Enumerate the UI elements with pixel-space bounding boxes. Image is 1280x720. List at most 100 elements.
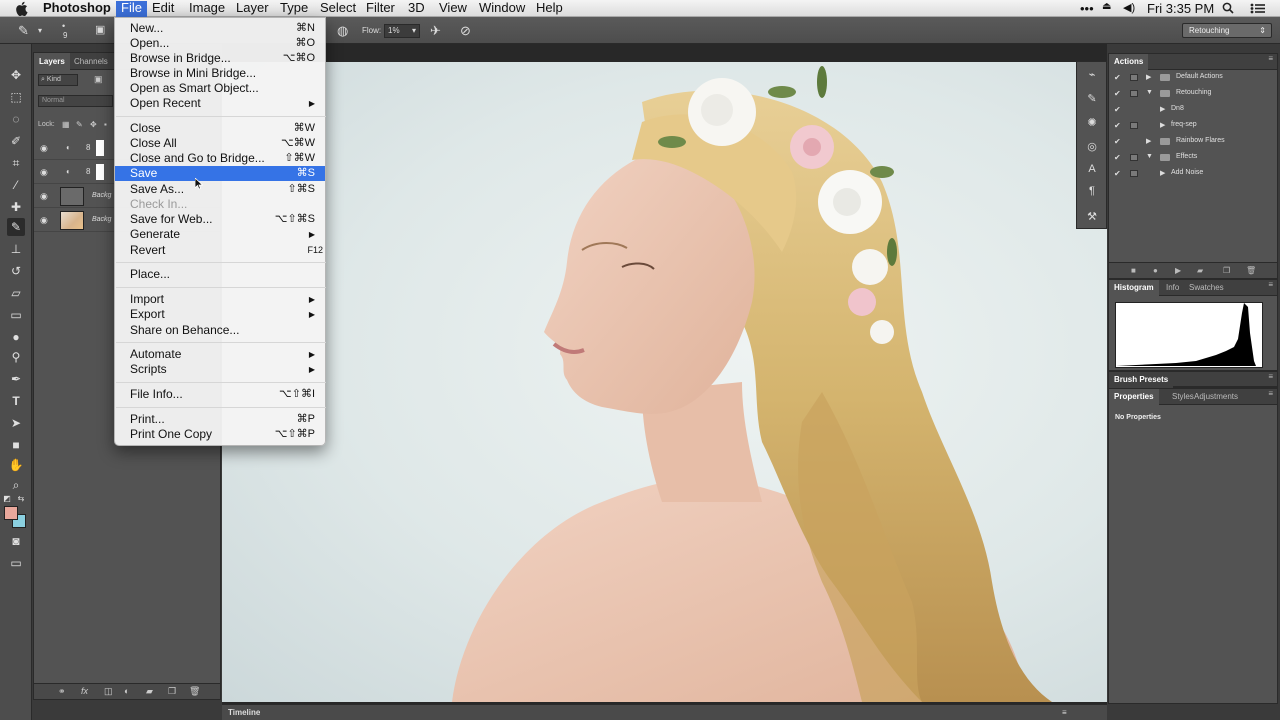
- quick-select-tool-icon[interactable]: ✐: [7, 132, 25, 150]
- preset-chevron-icon[interactable]: ▾: [38, 26, 42, 35]
- action-name[interactable]: Default Actions: [1176, 73, 1223, 80]
- action-row[interactable]: ✔ ▶ Add Noise: [1109, 166, 1277, 182]
- layer-filter-kind[interactable]: ⌕ Kind: [38, 74, 78, 86]
- path-selection-tool-icon[interactable]: ➤: [7, 414, 25, 432]
- airbrush-icon[interactable]: ✈: [430, 23, 441, 39]
- menu-view[interactable]: View: [439, 1, 467, 17]
- action-row[interactable]: ✔ ▶ Dn8: [1109, 102, 1277, 118]
- checkmark-icon[interactable]: ✔: [1114, 137, 1121, 146]
- crop-tool-icon[interactable]: ⌗: [7, 154, 25, 172]
- brush-panel-icon[interactable]: ▣: [95, 23, 105, 36]
- hand-tool-icon[interactable]: ✋: [7, 456, 25, 474]
- action-row[interactable]: ✔ ▶ freq-sep: [1109, 118, 1277, 134]
- brush-tool-icon[interactable]: ✎: [7, 218, 25, 236]
- more-icon[interactable]: •••: [1080, 1, 1094, 16]
- adjustment-layer-icon[interactable]: ◐: [124, 686, 129, 696]
- menu-filter[interactable]: Filter: [366, 1, 395, 17]
- history-brush-tool-icon[interactable]: ↺: [7, 262, 25, 280]
- menu-item-open-as-smart-object[interactable]: Open as Smart Object...: [115, 81, 325, 96]
- tab-channels[interactable]: Channels: [69, 53, 113, 70]
- action-set-row[interactable]: ✔ ▼ Effects: [1109, 150, 1277, 166]
- add-mask-icon[interactable]: ◫: [104, 686, 113, 697]
- action-name[interactable]: freq-sep: [1171, 121, 1197, 128]
- brush-panel-icon[interactable]: ✎: [1085, 92, 1099, 106]
- workspace-switcher[interactable]: Retouching ⇕: [1182, 23, 1272, 38]
- dodge-tool-icon[interactable]: ⚲: [7, 348, 25, 366]
- panel-menu-icon[interactable]: ≡: [1268, 389, 1273, 398]
- tab-swatches[interactable]: Swatches: [1184, 280, 1229, 296]
- lock-transparent-icon[interactable]: ▦: [62, 120, 70, 129]
- timeline-panel[interactable]: Timeline ≡: [222, 704, 1107, 720]
- play-icon[interactable]: ▶: [1175, 266, 1181, 275]
- tab-brush-presets[interactable]: Brush Presets: [1109, 372, 1174, 388]
- adjustments-panel-icon[interactable]: ✺: [1085, 116, 1099, 130]
- eye-icon[interactable]: ◉: [40, 191, 48, 202]
- eye-icon[interactable]: ◉: [40, 143, 48, 154]
- menu-item-share-on-behance[interactable]: Share on Behance...: [115, 323, 325, 338]
- action-name[interactable]: Dn8: [1171, 105, 1184, 112]
- checkmark-icon[interactable]: ✔: [1114, 73, 1121, 82]
- menu-item-generate[interactable]: Generate ▶: [115, 227, 325, 242]
- character-panel-icon[interactable]: A: [1085, 162, 1099, 176]
- tablet-pressure-icon[interactable]: ⊘: [460, 23, 471, 39]
- expand-triangle-icon[interactable]: ▶: [1160, 105, 1165, 113]
- history-panel-icon[interactable]: ⌁: [1085, 68, 1099, 82]
- color-panel-icon[interactable]: ◎: [1085, 140, 1099, 154]
- dialog-toggle-box[interactable]: [1130, 170, 1138, 177]
- collapse-triangle-icon[interactable]: ▼: [1146, 153, 1153, 160]
- new-layer-icon[interactable]: ❐: [168, 686, 176, 697]
- blend-mode-select[interactable]: Normal: [38, 95, 113, 107]
- menu-layer[interactable]: Layer: [236, 1, 269, 17]
- lock-position-icon[interactable]: ✥: [90, 120, 97, 129]
- eye-icon[interactable]: ◉: [40, 215, 48, 226]
- checkmark-icon[interactable]: ✔: [1114, 105, 1121, 114]
- menu-3d[interactable]: 3D: [408, 1, 425, 17]
- dialog-toggle-box[interactable]: [1130, 154, 1138, 161]
- menu-item-save[interactable]: Save ⌘S: [115, 166, 325, 181]
- fx-icon[interactable]: fx: [81, 686, 88, 696]
- notification-list-icon[interactable]: [1250, 3, 1266, 14]
- dialog-toggle-box[interactable]: [1130, 122, 1138, 129]
- menu-type[interactable]: Type: [280, 1, 308, 17]
- menu-window[interactable]: Window: [479, 1, 525, 17]
- layer-name[interactable]: Backg: [92, 216, 111, 223]
- document-image[interactable]: [222, 62, 1107, 702]
- menu-item-print[interactable]: Print... ⌘P: [115, 412, 325, 427]
- airbrush-pressure-icon[interactable]: ◍: [337, 23, 348, 39]
- tab-adjustments[interactable]: Adjustments: [1189, 389, 1243, 405]
- tab-actions[interactable]: Actions: [1109, 54, 1149, 70]
- record-icon[interactable]: ●: [1153, 266, 1158, 275]
- move-tool-icon[interactable]: ✥: [7, 66, 25, 84]
- menu-item-save-for-web[interactable]: Save for Web... ⌥⇧⌘S: [115, 212, 325, 227]
- pen-tool-icon[interactable]: ✒: [7, 370, 25, 388]
- menu-item-revert[interactable]: Revert F12: [115, 243, 325, 258]
- action-name[interactable]: Rainbow Flares: [1176, 137, 1225, 144]
- menu-item-browse-in-mini-bridge[interactable]: Browse in Mini Bridge...: [115, 66, 325, 81]
- flow-dropdown-icon[interactable]: ▾: [412, 25, 416, 37]
- checkmark-icon[interactable]: ✔: [1114, 89, 1121, 98]
- checkmark-icon[interactable]: ✔: [1114, 153, 1121, 162]
- menu-item-new[interactable]: New... ⌘N: [115, 21, 325, 36]
- timeline-label[interactable]: Timeline: [228, 708, 260, 717]
- menu-item-file-info[interactable]: File Info... ⌥⇧⌘I: [115, 387, 325, 402]
- new-group-icon[interactable]: ▰: [146, 686, 153, 697]
- blur-tool-icon[interactable]: ●: [7, 328, 25, 346]
- layer-name[interactable]: Backg: [92, 192, 111, 199]
- menu-item-import[interactable]: Import ▶: [115, 292, 325, 307]
- menu-item-place[interactable]: Place...: [115, 267, 325, 282]
- clone-stamp-tool-icon[interactable]: ⊥: [7, 240, 25, 258]
- panel-menu-icon[interactable]: ≡: [1268, 280, 1273, 289]
- menu-item-open-recent[interactable]: Open Recent ▶: [115, 96, 325, 111]
- gradient-tool-icon[interactable]: ▭: [7, 306, 25, 324]
- paragraph-panel-icon[interactable]: ¶: [1085, 184, 1099, 198]
- menu-item-scripts[interactable]: Scripts ▶: [115, 362, 325, 377]
- eye-icon[interactable]: ◉: [40, 167, 48, 178]
- menu-item-browse-in-bridge[interactable]: Browse in Bridge... ⌥⌘O: [115, 51, 325, 66]
- lock-image-icon[interactable]: ✎: [76, 120, 83, 129]
- panel-menu-icon[interactable]: ≡: [1268, 372, 1273, 381]
- action-set-row[interactable]: ✔ ▶ Default Actions: [1109, 70, 1277, 86]
- new-set-icon[interactable]: ▰: [1197, 266, 1203, 275]
- action-set-row[interactable]: ✔ ▼ Retouching: [1109, 86, 1277, 102]
- panel-menu-icon[interactable]: ≡: [1268, 54, 1273, 63]
- trash-icon[interactable]: 🗑: [189, 686, 200, 697]
